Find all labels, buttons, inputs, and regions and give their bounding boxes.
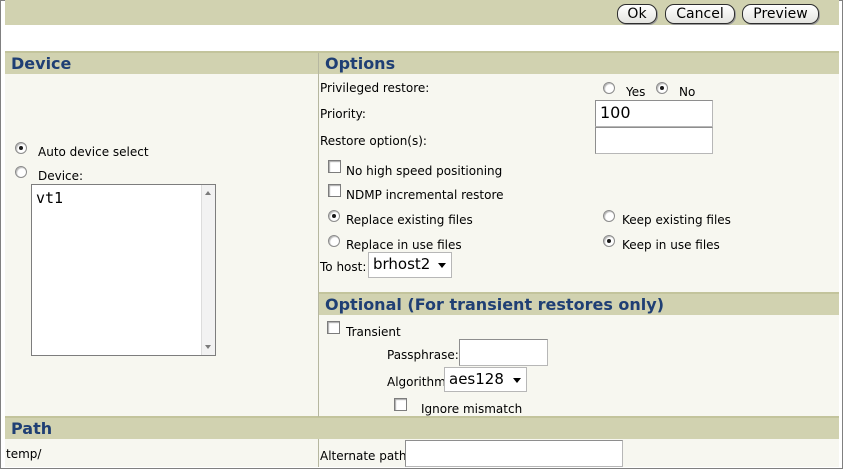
- to-host-value: brhost2: [373, 255, 431, 273]
- scroll-up-icon[interactable]: [205, 191, 211, 195]
- privileged-yes-label: Yes: [626, 85, 646, 99]
- device-listbox[interactable]: vt1: [31, 184, 216, 356]
- priority-input[interactable]: 100: [595, 100, 713, 127]
- ignore-mismatch-checkbox[interactable]: [394, 398, 407, 411]
- algorithm-select[interactable]: aes128: [444, 367, 527, 392]
- no-high-speed-checkbox[interactable]: [328, 160, 341, 173]
- scroll-down-icon[interactable]: [205, 345, 211, 349]
- algorithm-label: Algorithm: [387, 375, 446, 389]
- device-heading: Device: [5, 53, 318, 74]
- ndmp-incremental-checkbox[interactable]: [328, 184, 341, 197]
- cancel-button[interactable]: Cancel: [665, 4, 735, 24]
- transient-label: Transient: [346, 325, 401, 339]
- replace-existing-label: Replace existing files: [346, 213, 473, 227]
- ignore-mismatch-label: Ignore mismatch: [421, 402, 523, 416]
- replace-existing-radio[interactable]: [328, 210, 340, 222]
- preview-button[interactable]: Preview: [742, 4, 819, 24]
- alternate-path-input[interactable]: [405, 440, 623, 467]
- privileged-no-radio[interactable]: [656, 82, 668, 94]
- algorithm-value: aes128: [449, 370, 504, 388]
- privileged-yes-radio[interactable]: [603, 82, 615, 94]
- device-radio[interactable]: [15, 166, 27, 178]
- chevron-down-icon: [513, 378, 521, 383]
- privileged-no-label: No: [679, 85, 696, 99]
- privileged-restore-label: Privileged restore:: [320, 81, 430, 95]
- keep-existing-radio[interactable]: [603, 210, 615, 222]
- column-divider: [318, 439, 319, 467]
- list-item[interactable]: vt1: [36, 189, 63, 207]
- ndmp-incremental-label: NDMP incremental restore: [346, 188, 504, 202]
- replace-in-use-label: Replace in use files: [346, 238, 462, 252]
- chevron-down-icon: [438, 263, 446, 268]
- keep-in-use-label: Keep in use files: [622, 238, 720, 252]
- column-divider: [318, 53, 319, 417]
- restore-options-input[interactable]: [595, 127, 713, 154]
- to-host-select[interactable]: brhost2: [368, 252, 452, 278]
- to-host-label: To host:: [320, 260, 367, 274]
- auto-device-label: Auto device select: [38, 145, 149, 159]
- device-label: Device:: [38, 169, 84, 183]
- keep-in-use-radio[interactable]: [603, 235, 615, 247]
- ok-button[interactable]: Ok: [617, 4, 657, 24]
- optional-heading: Optional (For transient restores only): [319, 294, 839, 315]
- transient-checkbox[interactable]: [327, 321, 340, 334]
- options-heading: Options: [319, 53, 839, 74]
- listbox-scrollbar[interactable]: [201, 185, 215, 355]
- path-value: temp/: [6, 447, 42, 461]
- auto-device-radio[interactable]: [15, 142, 27, 154]
- path-heading: Path: [5, 418, 839, 439]
- passphrase-input[interactable]: [459, 339, 548, 366]
- passphrase-label: Passphrase:: [387, 348, 459, 362]
- replace-in-use-radio[interactable]: [328, 235, 340, 247]
- no-high-speed-label: No high speed positioning: [346, 164, 503, 178]
- keep-existing-label: Keep existing files: [622, 213, 731, 227]
- priority-label: Priority:: [320, 107, 366, 121]
- restore-options-label: Restore option(s):: [320, 134, 427, 148]
- alternate-path-label: Alternate path:: [320, 449, 411, 463]
